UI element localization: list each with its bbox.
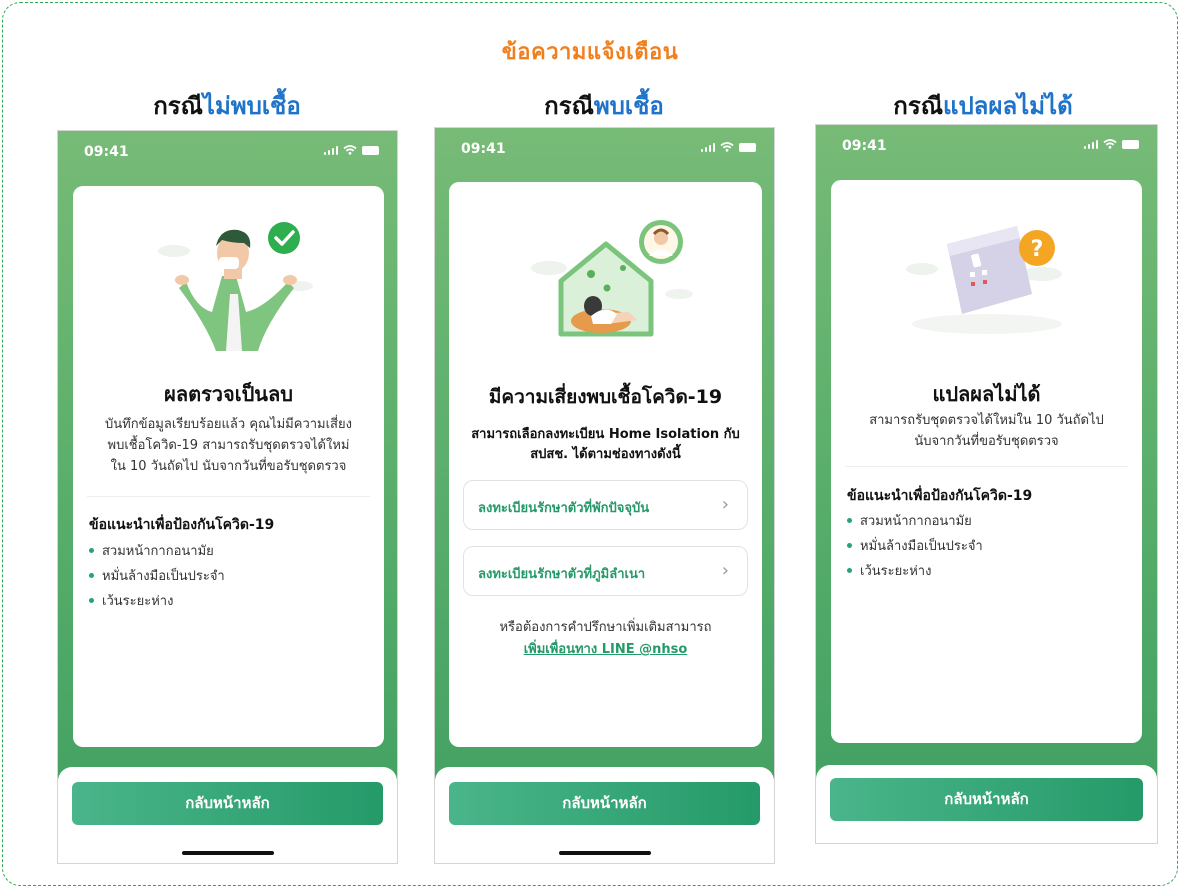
- option-label: ลงทะเบียนรักษาตัวที่พักปัจจุบัน: [478, 501, 650, 516]
- bottom-sheet: กลับหน้าหลัก: [58, 767, 397, 863]
- phone-invalid: 09:41 ? แปลผลไม่ได้ สามารถรับชุดตรวจได้ใ…: [815, 124, 1158, 844]
- wifi-icon: [720, 142, 734, 152]
- consult-note: หรือต้องการคำปรึกษาเพิ่มเติมสามารถ: [499, 620, 712, 635]
- status-icons: [1083, 139, 1139, 149]
- tip-item: หมั่นล้างมือเป็นประจำ: [89, 563, 225, 588]
- wifi-icon: [343, 145, 357, 155]
- case-highlight: ไม่พบเชื้อ: [202, 92, 301, 120]
- bottom-sheet: กลับหน้าหลัก: [435, 767, 774, 863]
- divider: [87, 496, 370, 497]
- case-prefix: กรณี: [153, 92, 203, 120]
- description-line: ใน 10 วันถัดไป นับจากวันที่ขอรับชุดตรวจ: [110, 459, 347, 474]
- description-line: นับจากวันที่ขอรับชุดตรวจ: [914, 434, 1059, 449]
- option-label: ลงทะเบียนรักษาตัวที่ภูมิลำเนา: [478, 567, 646, 582]
- status-bar: 09:41: [816, 125, 1157, 169]
- result-title: แปลผลไม่ได้: [932, 382, 1041, 406]
- status-icons: [700, 142, 756, 152]
- page-title: ข้อความแจ้งเตือน: [501, 40, 679, 65]
- tips-title: ข้อแนะนำเพื่อป้องกันโควิด-19: [847, 488, 1033, 504]
- tip-item: หมั่นล้างมือเป็นประจำ: [847, 533, 983, 558]
- phone-positive: 09:41 มีความเสี่ยงพบเชื้อโควิด-19 สามารถ…: [434, 127, 775, 864]
- signal-icon: [700, 142, 715, 152]
- result-description: สามารถเลือกลงทะเบียน Home Isolation กับ …: [463, 425, 748, 465]
- result-card: ผลตรวจเป็นลบ บันทึกข้อมูลเรียบร้อยแล้ว ค…: [73, 186, 384, 747]
- case-prefix: กรณี: [893, 92, 943, 120]
- description-line: สปสช. ได้ตามช่องทางดังนี้: [530, 447, 681, 462]
- description-line: สามารถเลือกลงทะเบียน Home Isolation กับ: [471, 427, 740, 442]
- register-hometown-button[interactable]: ลงทะเบียนรักษาตัวที่ภูมิลำเนา ›: [463, 546, 748, 596]
- back-home-button[interactable]: กลับหน้าหลัก: [72, 782, 383, 825]
- test-kit-question-illustration: ?: [831, 214, 1142, 338]
- result-description: บันทึกข้อมูลเรียบร้อยแล้ว คุณไม่มีความเส…: [87, 414, 370, 477]
- case-prefix: กรณี: [544, 92, 594, 120]
- tips-title: ข้อแนะนำเพื่อป้องกันโควิด-19: [89, 517, 275, 533]
- phone-negative: 09:41 ผลตรวจเป็นลบ บันทึกข้อมูลเรียบร้อย…: [57, 130, 398, 864]
- status-time: 09:41: [84, 144, 129, 160]
- result-card: มีความเสี่ยงพบเชื้อโควิด-19 สามารถเลือกล…: [449, 182, 762, 747]
- status-icons: [323, 145, 379, 155]
- tip-item: สวมหน้ากากอนามัย: [89, 538, 225, 563]
- home-indicator: [558, 851, 651, 855]
- battery-icon: [362, 145, 379, 155]
- description-line: พบเชื้อโควิด-19 สามารถรับชุดตรวจได้ใหม่: [107, 438, 350, 453]
- back-home-button[interactable]: กลับหน้าหลัก: [830, 778, 1143, 821]
- svg-text:?: ?: [1030, 237, 1043, 262]
- case-title-negative: กรณีไม่พบเชื้อ: [57, 86, 397, 125]
- tip-item: เว้นระยะห่าง: [89, 588, 225, 613]
- tip-item: เว้นระยะห่าง: [847, 558, 983, 583]
- tips-list: สวมหน้ากากอนามัย หมั่นล้างมือเป็นประจำ เ…: [89, 538, 225, 613]
- person-ok-illustration: [73, 216, 384, 355]
- battery-icon: [1122, 139, 1139, 149]
- case-title-invalid: กรณีแปลผลไม่ได้: [808, 86, 1158, 125]
- result-title: ผลตรวจเป็นลบ: [164, 382, 293, 406]
- tips-list: สวมหน้ากากอนามัย หมั่นล้างมือเป็นประจำ เ…: [847, 508, 983, 583]
- line-add-friend-link[interactable]: เพิ่มเพื่อนทาง LINE @nhso: [449, 638, 762, 659]
- back-home-button[interactable]: กลับหน้าหลัก: [449, 782, 760, 825]
- result-title: มีความเสี่ยงพบเชื้อโควิด-19: [488, 386, 723, 408]
- status-bar: 09:41: [435, 128, 774, 172]
- status-time: 09:41: [461, 141, 506, 157]
- description-line: สามารถรับชุดตรวจได้ใหม่ใน 10 วันถัดไป: [869, 413, 1104, 428]
- case-highlight: พบเชื้อ: [593, 92, 664, 120]
- bottom-sheet: กลับหน้าหลัก: [816, 765, 1157, 843]
- signal-icon: [323, 145, 338, 155]
- register-current-address-button[interactable]: ลงทะเบียนรักษาตัวที่พักปัจจุบัน ›: [463, 480, 748, 530]
- status-time: 09:41: [842, 138, 887, 154]
- case-title-positive: กรณีพบเชื้อ: [434, 86, 774, 125]
- chevron-right-icon: ›: [721, 560, 729, 581]
- wifi-icon: [1103, 139, 1117, 149]
- result-description: สามารถรับชุดตรวจได้ใหม่ใน 10 วันถัดไป นั…: [845, 410, 1128, 452]
- case-highlight: แปลผลไม่ได้: [942, 92, 1073, 120]
- chevron-right-icon: ›: [721, 494, 729, 515]
- result-card: ? แปลผลไม่ได้ สามารถรับชุดตรวจได้ใหม่ใน …: [831, 180, 1142, 743]
- signal-icon: [1083, 139, 1098, 149]
- status-bar: 09:41: [58, 131, 397, 175]
- tip-item: สวมหน้ากากอนามัย: [847, 508, 983, 533]
- battery-icon: [739, 142, 756, 152]
- home-indicator: [181, 851, 274, 855]
- description-line: บันทึกข้อมูลเรียบร้อยแล้ว คุณไม่มีความเส…: [105, 417, 352, 432]
- divider: [845, 466, 1128, 467]
- home-isolation-illustration: [449, 216, 762, 345]
